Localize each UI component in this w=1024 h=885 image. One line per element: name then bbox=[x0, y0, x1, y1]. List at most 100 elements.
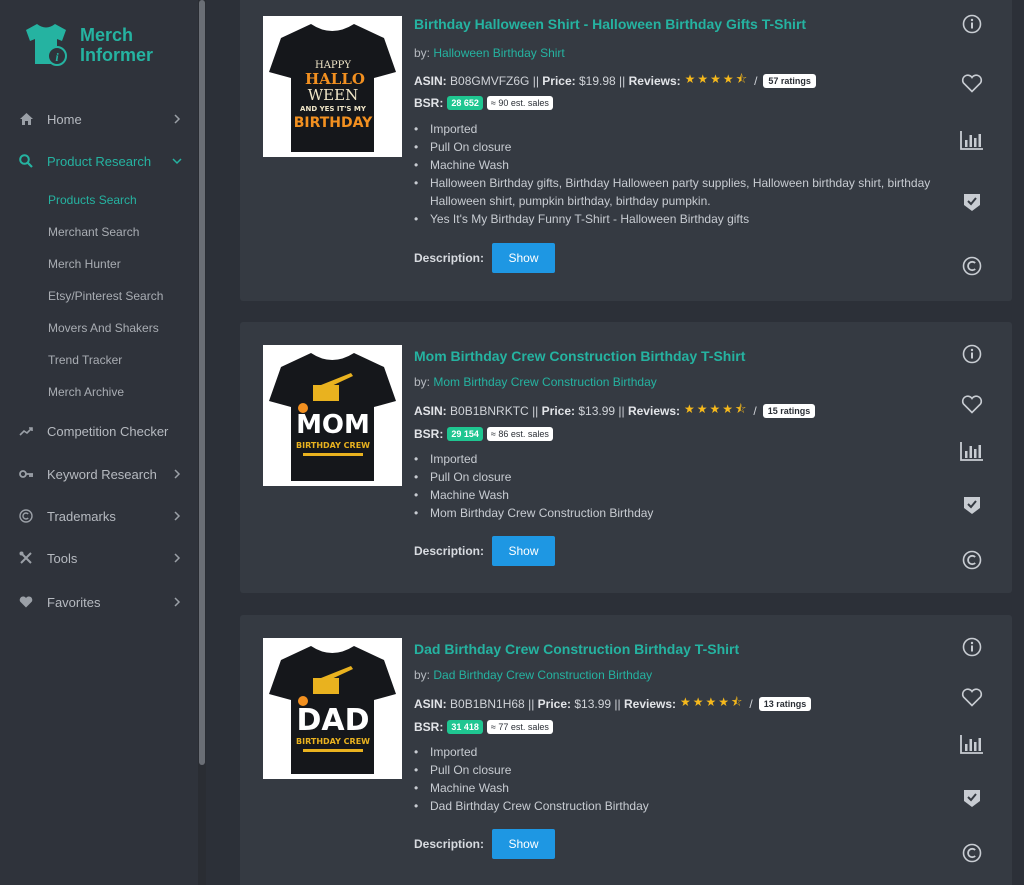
favorite-heart-icon[interactable] bbox=[958, 685, 986, 709]
sidebar-scrollbar[interactable] bbox=[198, 0, 206, 885]
favorite-heart-icon[interactable] bbox=[958, 392, 986, 416]
product-image[interactable]: MOM BIRTHDAY CREW bbox=[263, 345, 402, 486]
list-item: Pull On closure bbox=[414, 468, 954, 486]
sidebar-scrollbar-thumb[interactable] bbox=[199, 0, 205, 765]
sidebar-item-keyword-research[interactable]: Keyword Research bbox=[0, 460, 198, 488]
key-icon bbox=[18, 466, 34, 482]
description-row: Description: Show bbox=[414, 243, 556, 273]
chevron-right-icon bbox=[170, 112, 184, 126]
product-title[interactable]: Birthday Halloween Shirt - Halloween Bir… bbox=[414, 16, 806, 32]
svg-text:DAD: DAD bbox=[296, 703, 369, 738]
brand-link[interactable]: Mom Birthday Crew Construction Birthday bbox=[433, 375, 656, 389]
product-image[interactable]: DAD BIRTHDAY CREW bbox=[263, 638, 402, 779]
ratings-badge: 13 ratings bbox=[758, 696, 812, 711]
copyright-icon bbox=[18, 508, 34, 524]
chevron-down-icon bbox=[170, 154, 184, 168]
product-title[interactable]: Dad Birthday Crew Construction Birthday … bbox=[414, 641, 739, 657]
svg-text:BIRTHDAY: BIRTHDAY bbox=[294, 115, 373, 131]
shield-check-icon[interactable] bbox=[958, 493, 986, 517]
rating-stars: ★★★★⯪ bbox=[684, 72, 750, 86]
subitem-merch-archive[interactable]: Merch Archive bbox=[48, 383, 124, 401]
list-item: Mom Birthday Crew Construction Birthday bbox=[414, 504, 954, 522]
product-byline: by: Dad Birthday Crew Construction Birth… bbox=[414, 668, 653, 682]
product-card: MOM BIRTHDAY CREW Mom Birthday Crew Cons… bbox=[240, 322, 1012, 593]
subitem-trend-tracker[interactable]: Trend Tracker bbox=[48, 351, 122, 369]
shield-check-icon[interactable] bbox=[958, 786, 986, 810]
sales-badge: ≈ 77 est. sales bbox=[486, 720, 553, 734]
shield-check-icon[interactable] bbox=[958, 190, 986, 214]
sidebar-item-competition-checker[interactable]: Competition Checker bbox=[0, 417, 198, 445]
list-item: Pull On closure bbox=[414, 138, 954, 156]
show-description-button[interactable]: Show bbox=[492, 243, 556, 273]
svg-text:BIRTHDAY CREW: BIRTHDAY CREW bbox=[296, 441, 370, 450]
brand-link[interactable]: Dad Birthday Crew Construction Birthday bbox=[433, 668, 652, 682]
sidebar-item-label: Product Research bbox=[47, 153, 152, 169]
sidebar-item-tools[interactable]: Tools bbox=[0, 544, 198, 572]
bar-chart-icon[interactable] bbox=[958, 439, 986, 463]
product-card: DAD BIRTHDAY CREW Dad Birthday Crew Cons… bbox=[240, 615, 1012, 885]
heart-icon bbox=[18, 594, 34, 610]
copyright-icon[interactable] bbox=[958, 548, 986, 572]
bsr-row: BSR: 28 652 ≈ 90 est. sales bbox=[414, 96, 553, 110]
product-image[interactable]: HAPPY HALLO WEEN AND YES IT'S MY BIRTHDA… bbox=[263, 16, 402, 157]
bar-chart-icon[interactable] bbox=[958, 128, 986, 152]
sidebar-item-label: Favorites bbox=[47, 594, 101, 610]
ratings-badge: 15 ratings bbox=[762, 403, 816, 418]
copyright-icon[interactable] bbox=[958, 254, 986, 278]
svg-text:WEEN: WEEN bbox=[308, 86, 358, 104]
product-title[interactable]: Mom Birthday Crew Construction Birthday … bbox=[414, 348, 745, 364]
bsr-badge: 31 418 bbox=[447, 720, 483, 734]
home-icon bbox=[18, 111, 34, 127]
subitem-etsy-pinterest-search[interactable]: Etsy/Pinterest Search bbox=[48, 287, 163, 305]
sidebar-item-trademarks[interactable]: Trademarks bbox=[0, 502, 198, 530]
brand-link[interactable]: Halloween Birthday Shirt bbox=[433, 46, 564, 60]
sidebar-item-favorites[interactable]: Favorites bbox=[0, 588, 198, 616]
bsr-badge: 29 154 bbox=[447, 427, 483, 441]
tshirt-logo-icon: i bbox=[26, 24, 67, 66]
sidebar-item-product-research[interactable]: Product Research bbox=[0, 147, 198, 175]
subitem-merch-hunter[interactable]: Merch Hunter bbox=[48, 255, 121, 273]
sidebar-item-label: Home bbox=[47, 111, 82, 127]
info-icon[interactable] bbox=[958, 12, 986, 36]
copyright-icon[interactable] bbox=[958, 841, 986, 865]
logo-text: Merch Informer bbox=[80, 25, 154, 65]
list-item: Imported bbox=[414, 120, 954, 138]
product-meta: ASIN: B0B1BNRKTC || Price: $13.99 || Rev… bbox=[414, 400, 816, 421]
bar-chart-icon[interactable] bbox=[958, 732, 986, 756]
list-item: Imported bbox=[414, 450, 954, 468]
product-meta: ASIN: B08GMVFZ6G || Price: $19.98 || Rev… bbox=[414, 70, 816, 91]
chevron-right-icon bbox=[170, 595, 184, 609]
list-item: Imported bbox=[414, 743, 954, 761]
trend-icon bbox=[18, 423, 34, 439]
chevron-right-icon bbox=[170, 509, 184, 523]
chevron-right-icon bbox=[170, 551, 184, 565]
sales-badge: ≈ 86 est. sales bbox=[486, 427, 553, 441]
description-row: Description: Show bbox=[414, 829, 556, 859]
show-description-button[interactable]: Show bbox=[492, 829, 556, 859]
sidebar-item-label: Tools bbox=[47, 550, 78, 566]
rating-stars: ★★★★⯪ bbox=[680, 695, 745, 709]
favorite-heart-icon[interactable] bbox=[958, 71, 986, 95]
product-card: HAPPY HALLO WEEN AND YES IT'S MY BIRTHDA… bbox=[240, 0, 1012, 301]
list-item: Halloween Birthday gifts, Birthday Hallo… bbox=[414, 174, 954, 210]
list-item: Dad Birthday Crew Construction Birthday bbox=[414, 797, 954, 815]
feature-list: Imported Pull On closure Machine Wash Da… bbox=[414, 743, 954, 815]
sidebar-item-label: Competition Checker bbox=[47, 423, 169, 439]
list-item: Machine Wash bbox=[414, 779, 954, 797]
search-icon bbox=[18, 153, 34, 169]
subitem-products-search[interactable]: Products Search bbox=[48, 191, 137, 209]
product-byline: by: Halloween Birthday Shirt bbox=[414, 46, 565, 60]
svg-text:AND YES IT'S MY: AND YES IT'S MY bbox=[300, 105, 367, 113]
rating-stars: ★★★★⯪ bbox=[684, 402, 749, 416]
sidebar-item-home[interactable]: Home bbox=[0, 105, 198, 133]
subitem-movers-and-shakers[interactable]: Movers And Shakers bbox=[48, 319, 159, 337]
sales-badge: ≈ 90 est. sales bbox=[486, 96, 553, 110]
bsr-row: BSR: 29 154 ≈ 86 est. sales bbox=[414, 427, 553, 441]
sidebar: i Merch Informer Home Product Research P… bbox=[0, 0, 206, 885]
subitem-merchant-search[interactable]: Merchant Search bbox=[48, 223, 139, 241]
info-icon[interactable] bbox=[958, 342, 986, 366]
logo[interactable]: i Merch Informer bbox=[20, 22, 153, 68]
list-item: Pull On closure bbox=[414, 761, 954, 779]
info-icon[interactable] bbox=[958, 635, 986, 659]
show-description-button[interactable]: Show bbox=[492, 536, 556, 566]
